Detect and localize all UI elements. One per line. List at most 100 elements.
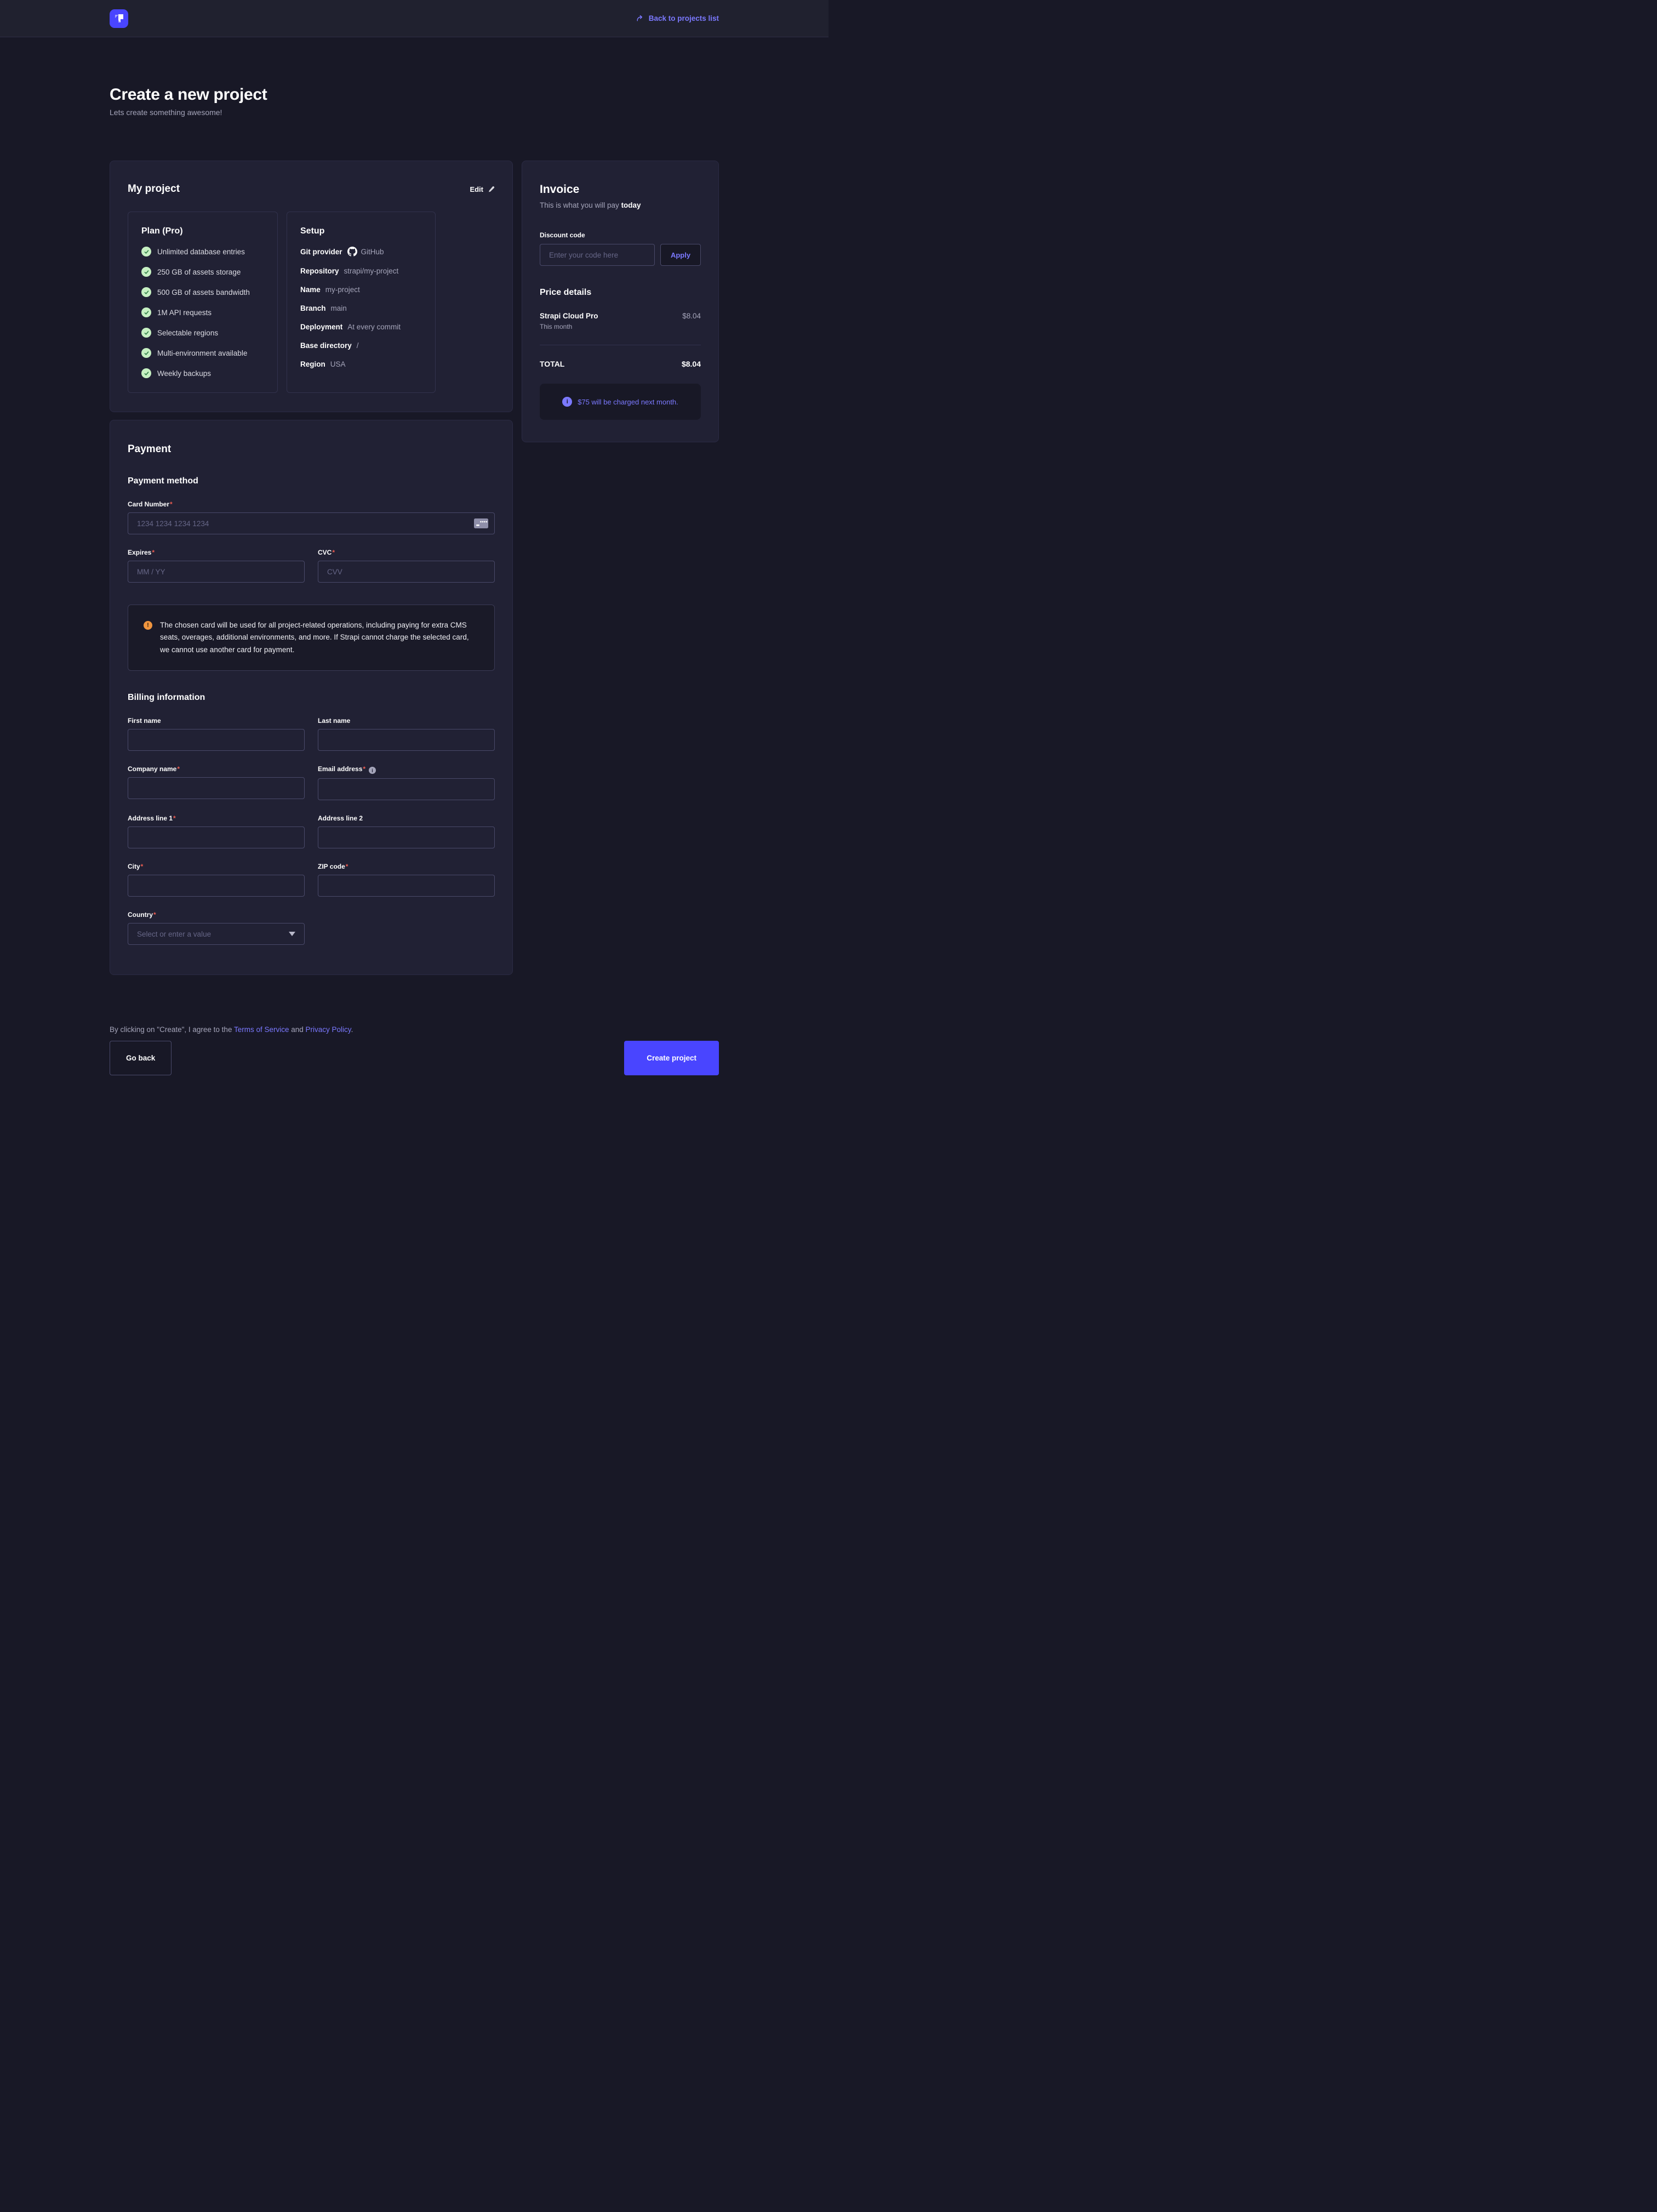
check-icon xyxy=(141,368,151,378)
terms-of-service-link[interactable]: Terms of Service xyxy=(234,1025,289,1034)
info-icon: i xyxy=(369,767,376,774)
company-name-input[interactable] xyxy=(128,777,305,799)
setup-label: Base directory xyxy=(300,341,352,350)
city-input[interactable] xyxy=(128,875,305,897)
city-label: City* xyxy=(128,863,305,870)
required-marker: * xyxy=(152,549,155,556)
check-icon xyxy=(141,307,151,317)
check-icon xyxy=(141,267,151,277)
country-select[interactable]: Select or enter a value xyxy=(128,923,305,945)
terms-text: By clicking on "Create", I agree to the … xyxy=(110,1025,719,1034)
plan-feature-label: Weekly backups xyxy=(157,369,211,378)
check-icon xyxy=(141,247,151,256)
info-icon: i xyxy=(562,397,572,407)
check-icon xyxy=(141,348,151,358)
first-name-label: First name xyxy=(128,717,305,725)
setup-row: Repository strapi/my-project xyxy=(300,267,422,275)
setup-label: Deployment xyxy=(300,323,342,331)
strapi-logo[interactable] xyxy=(110,9,128,28)
setup-value: At every commit xyxy=(347,323,401,331)
setup-label: Region xyxy=(300,360,325,368)
next-month-note: i $75 will be charged next month. xyxy=(540,384,701,420)
edit-button-label: Edit xyxy=(470,185,483,193)
plan-feature-item: 1M API requests xyxy=(141,307,264,317)
check-icon xyxy=(141,287,151,297)
edit-button[interactable]: Edit xyxy=(470,185,495,193)
plan-card: Plan (Pro) Unlimited database entries 25… xyxy=(128,212,278,393)
cvc-label: CVC* xyxy=(318,549,495,556)
card-number-input[interactable] xyxy=(128,512,495,534)
setup-value: strapi/my-project xyxy=(344,267,399,275)
total-row: TOTAL $8.04 xyxy=(540,360,701,368)
email-address-input[interactable] xyxy=(318,778,495,800)
country-select-placeholder: Select or enter a value xyxy=(137,930,211,938)
required-marker: * xyxy=(363,765,365,773)
address-line1-label: Address line 1* xyxy=(128,814,305,822)
required-marker: * xyxy=(177,765,180,773)
line-item-period: This month xyxy=(540,323,598,330)
dropdown-arrow-icon xyxy=(289,932,295,936)
required-marker: * xyxy=(141,863,144,870)
plan-feature-item: Weekly backups xyxy=(141,368,264,378)
back-to-projects-link[interactable]: Back to projects list xyxy=(636,14,719,22)
plan-title: Plan (Pro) xyxy=(141,226,264,236)
setup-row: Name my-project xyxy=(300,286,422,294)
address-line1-input[interactable] xyxy=(128,826,305,848)
plan-feature-item: Multi-environment available xyxy=(141,348,264,358)
plan-feature-label: Multi-environment available xyxy=(157,349,247,357)
invoice-title: Invoice xyxy=(540,183,701,196)
setup-row: Branch main xyxy=(300,304,422,312)
setup-label: Repository xyxy=(300,267,339,275)
setup-value: main xyxy=(331,304,347,312)
apply-button[interactable]: Apply xyxy=(660,244,701,266)
setup-row: Deployment At every commit xyxy=(300,323,422,331)
address-line2-input[interactable] xyxy=(318,826,495,848)
go-back-button[interactable]: Go back xyxy=(110,1041,172,1075)
country-label: Country* xyxy=(128,911,305,919)
plan-feature-list: Unlimited database entries 250 GB of ass… xyxy=(141,247,264,378)
next-month-note-text: $75 will be charged next month. xyxy=(578,398,678,406)
setup-label: Git provider xyxy=(300,248,342,256)
project-card-title: My project xyxy=(128,183,180,195)
plan-feature-item: 500 GB of assets bandwidth xyxy=(141,287,264,297)
line-item-amount: $8.04 xyxy=(682,312,701,320)
setup-title: Setup xyxy=(300,226,422,236)
plan-feature-label: Selectable regions xyxy=(157,329,218,337)
create-project-button[interactable]: Create project xyxy=(624,1041,719,1075)
back-arrow-icon xyxy=(636,14,644,22)
plan-feature-label: Unlimited database entries xyxy=(157,248,245,256)
email-address-label: Email address*i xyxy=(318,765,495,774)
invoice-subtitle: This is what you will pay today xyxy=(540,201,701,209)
plan-feature-label: 250 GB of assets storage xyxy=(157,268,241,276)
expires-input[interactable] xyxy=(128,561,305,583)
company-name-label: Company name* xyxy=(128,765,305,773)
discount-code-input[interactable] xyxy=(540,244,655,266)
pencil-icon xyxy=(488,186,495,193)
card-usage-notice: ! The chosen card will be used for all p… xyxy=(128,605,495,671)
plan-feature-item: Selectable regions xyxy=(141,328,264,338)
setup-row: Git provider GitHub xyxy=(300,247,422,256)
plan-feature-item: Unlimited database entries xyxy=(141,247,264,256)
github-icon xyxy=(347,247,357,256)
plan-feature-label: 1M API requests xyxy=(157,309,212,317)
zip-code-input[interactable] xyxy=(318,875,495,897)
setup-value: USA xyxy=(330,360,346,368)
plan-feature-item: 250 GB of assets storage xyxy=(141,267,264,277)
privacy-policy-link[interactable]: Privacy Policy xyxy=(306,1025,351,1034)
setup-card: Setup Git provider GitHub Repository xyxy=(287,212,436,393)
required-marker: * xyxy=(153,911,156,919)
setup-label: Name xyxy=(300,286,321,294)
cvc-input[interactable] xyxy=(318,561,495,583)
total-label: TOTAL xyxy=(540,360,564,368)
setup-value: / xyxy=(357,341,359,350)
required-marker: * xyxy=(170,500,173,508)
last-name-input[interactable] xyxy=(318,729,495,751)
credit-card-icon xyxy=(474,518,488,528)
setup-rows: Git provider GitHub Repository strapi/my… xyxy=(300,247,422,368)
payment-card: Payment Payment method Card Number* xyxy=(110,420,513,975)
total-amount: $8.04 xyxy=(682,360,701,368)
price-details-title: Price details xyxy=(540,288,701,298)
first-name-input[interactable] xyxy=(128,729,305,751)
zip-code-label: ZIP code* xyxy=(318,863,495,870)
topbar: Back to projects list xyxy=(0,0,828,37)
